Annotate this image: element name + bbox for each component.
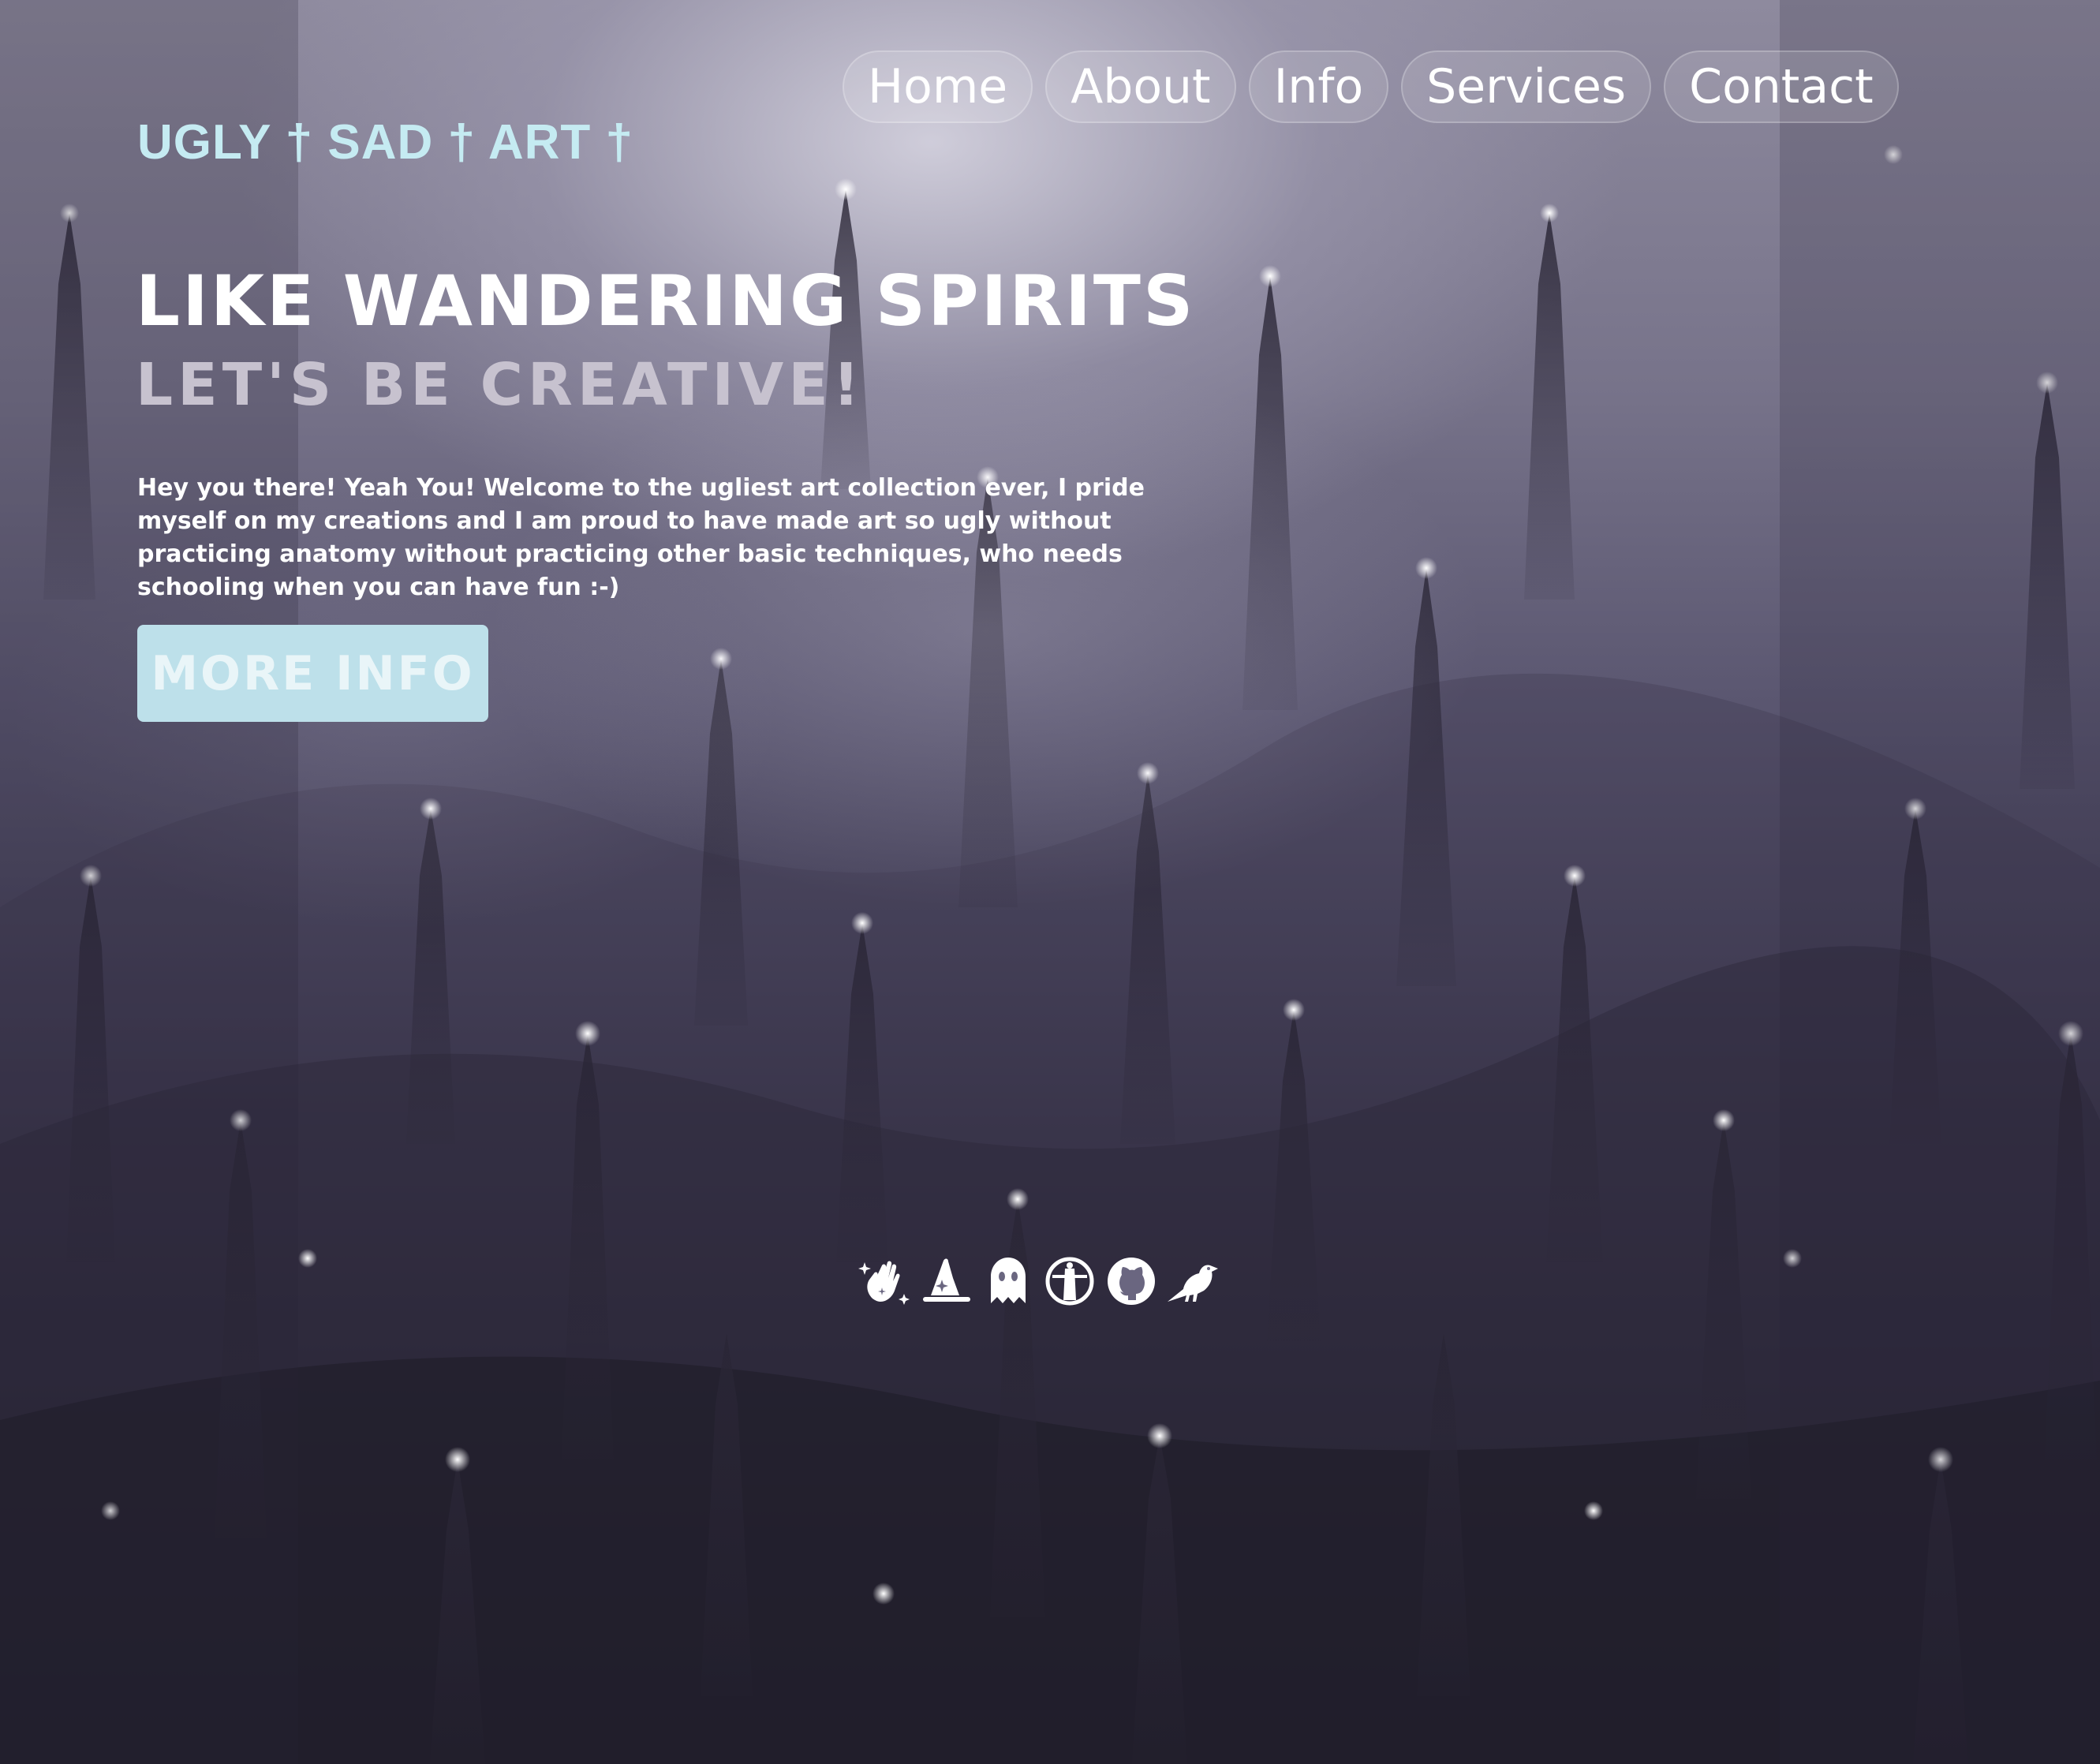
nav-contact[interactable]: Contact [1664,50,1899,123]
brand-logo[interactable]: UGLY † SAD † ART † [137,114,633,170]
nav-services[interactable]: Services [1401,50,1652,123]
hero-description: Hey you there! Yeah You! Welcome to the … [137,474,1145,601]
main-nav: Home About Info Services Contact [843,50,1899,123]
wizard-hat-icon[interactable] [920,1254,973,1308]
lighthouse-icon[interactable] [1043,1254,1097,1308]
social-links [858,1254,1220,1308]
crow-icon[interactable] [1166,1254,1220,1308]
nav-about[interactable]: About [1045,50,1236,123]
page: UGLY † SAD † ART † Home About Info Servi… [0,0,2100,1764]
hero-subtitle: LET'S BE CREATIVE! [136,351,865,419]
more-info-button[interactable]: MORE INFO [137,625,488,722]
ghost-icon[interactable] [981,1254,1035,1308]
nav-info[interactable]: Info [1248,50,1389,123]
sparkle-hand-icon[interactable] [858,1254,912,1308]
hero-title: LIKE WANDERING SPIRITS [136,260,1196,342]
github-icon[interactable] [1104,1254,1158,1308]
right-shade-panel [1780,0,2100,1764]
nav-home[interactable]: Home [843,50,1033,123]
